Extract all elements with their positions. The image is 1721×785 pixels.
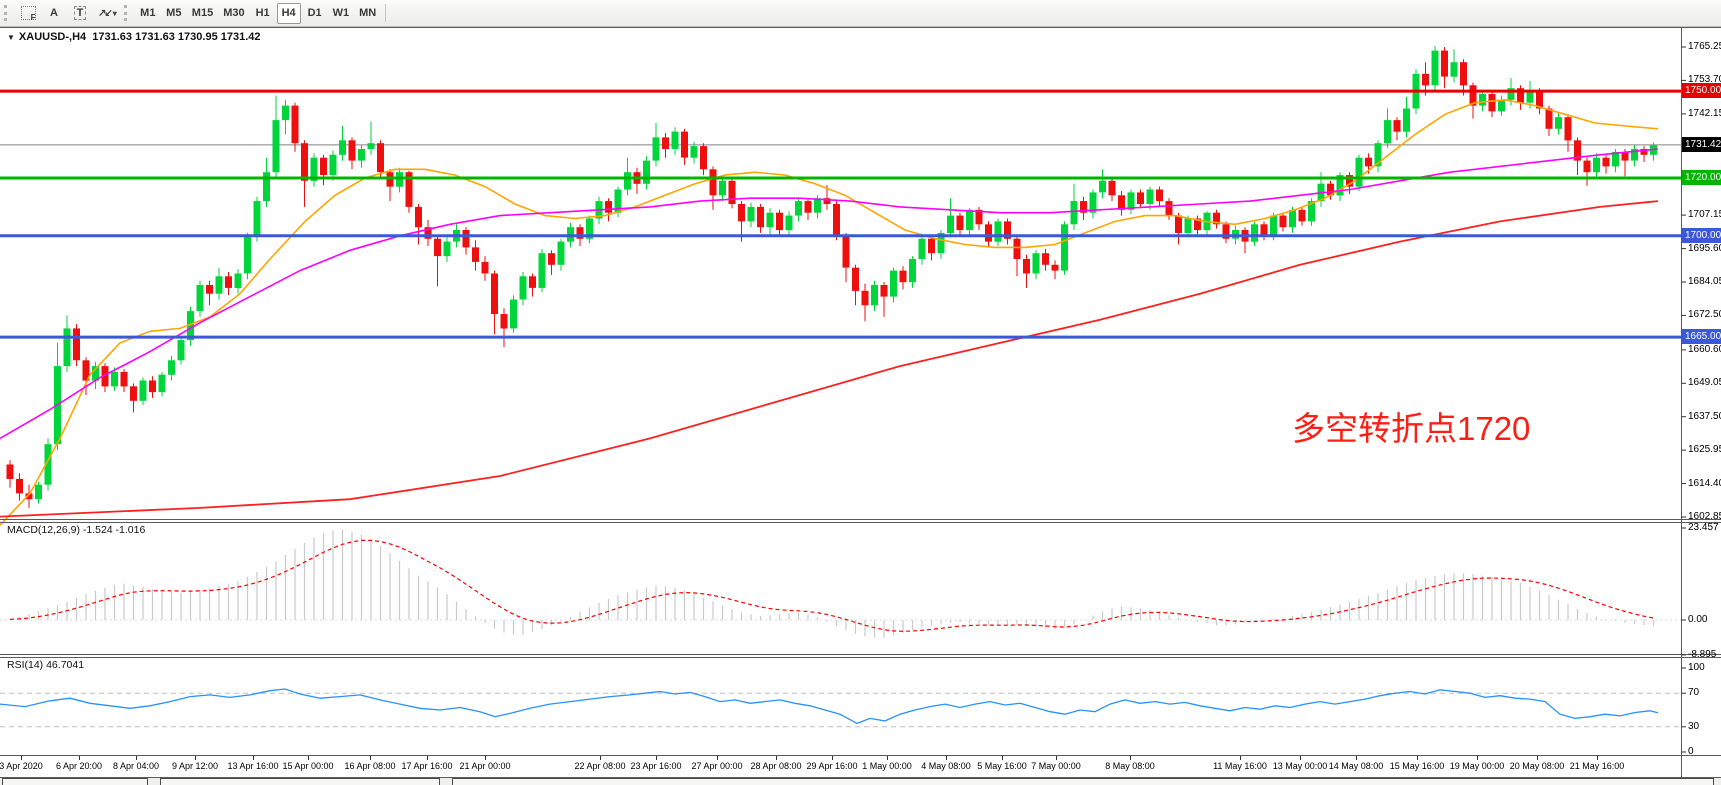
price-tick-label: 1742.15 bbox=[1688, 107, 1721, 121]
price-tick-label: 1660.60 bbox=[1688, 343, 1721, 357]
trading-terminal-window: F A T ↗↙ ▾ M1 M5 M15 M30 H1 H4 D1 W1 MN … bbox=[0, 0, 1721, 785]
macd-tick-label: 23.457 bbox=[1688, 521, 1719, 535]
chart-tab[interactable] bbox=[2, 778, 148, 785]
rsi-tick-label: 70 bbox=[1688, 686, 1699, 700]
price-level-label: 1665.00 bbox=[1682, 329, 1721, 344]
price-level-label: 1700.00 bbox=[1682, 228, 1721, 243]
price-tick-label: 1695.60 bbox=[1688, 242, 1721, 256]
rsi-tick-label: 30 bbox=[1688, 720, 1699, 734]
macd-tick-label: -8.895 bbox=[1688, 648, 1716, 662]
bottom-tab-strip[interactable] bbox=[0, 778, 1721, 785]
chart-tab[interactable] bbox=[452, 778, 1714, 785]
price-tick-label: 1707.15 bbox=[1688, 208, 1721, 222]
price-tick-label: 1684.05 bbox=[1688, 275, 1721, 289]
price-tick-label: 1765.25 bbox=[1688, 40, 1721, 54]
time-label: 8 May 08:00 bbox=[1085, 761, 1175, 771]
price-tick-label: 1625.95 bbox=[1688, 443, 1721, 457]
price-level-label: 1750.00 bbox=[1682, 83, 1721, 98]
macd-tick-label: 0.00 bbox=[1688, 613, 1707, 627]
price-tick-label: 1672.50 bbox=[1688, 308, 1721, 322]
current-price-label: 1731.42 bbox=[1682, 137, 1721, 152]
rsi-tick-label: 0 bbox=[1688, 745, 1694, 759]
rsi-tick-label: 100 bbox=[1688, 661, 1705, 675]
time-label: 21 May 16:00 bbox=[1552, 761, 1642, 771]
price-tick-label: 1614.40 bbox=[1688, 477, 1721, 491]
price-level-label: 1720.00 bbox=[1682, 170, 1721, 185]
chart-tab[interactable] bbox=[160, 778, 440, 785]
price-tick-label: 1649.05 bbox=[1688, 376, 1721, 390]
price-tick-label: 1637.50 bbox=[1688, 410, 1721, 424]
time-label: 21 Apr 00:00 bbox=[440, 761, 530, 771]
